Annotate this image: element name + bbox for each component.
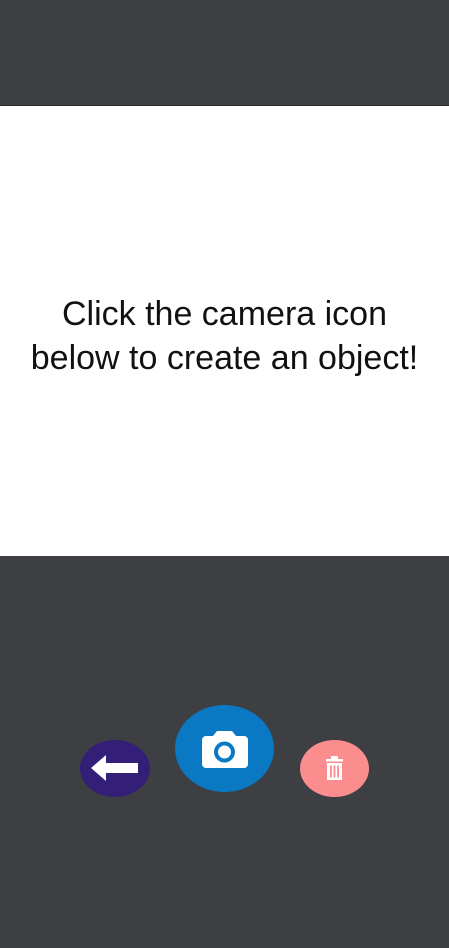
back-button[interactable] <box>80 740 150 797</box>
delete-button[interactable] <box>300 740 369 797</box>
delete-button-shape <box>300 740 369 797</box>
trash-icon <box>326 756 343 780</box>
camera-button-shape <box>175 705 274 792</box>
top-bar <box>0 0 449 106</box>
instruction-text: Click the camera icon below to create an… <box>0 292 449 380</box>
instruction-line-1: Click the camera icon <box>61 295 387 333</box>
object-canvas[interactable]: Click the camera icon below to create an… <box>0 106 449 556</box>
back-button-shape <box>80 740 150 797</box>
camera-button[interactable] <box>175 705 274 792</box>
camera-icon <box>202 731 248 768</box>
instruction-line-2: below to create an object! <box>30 339 419 377</box>
